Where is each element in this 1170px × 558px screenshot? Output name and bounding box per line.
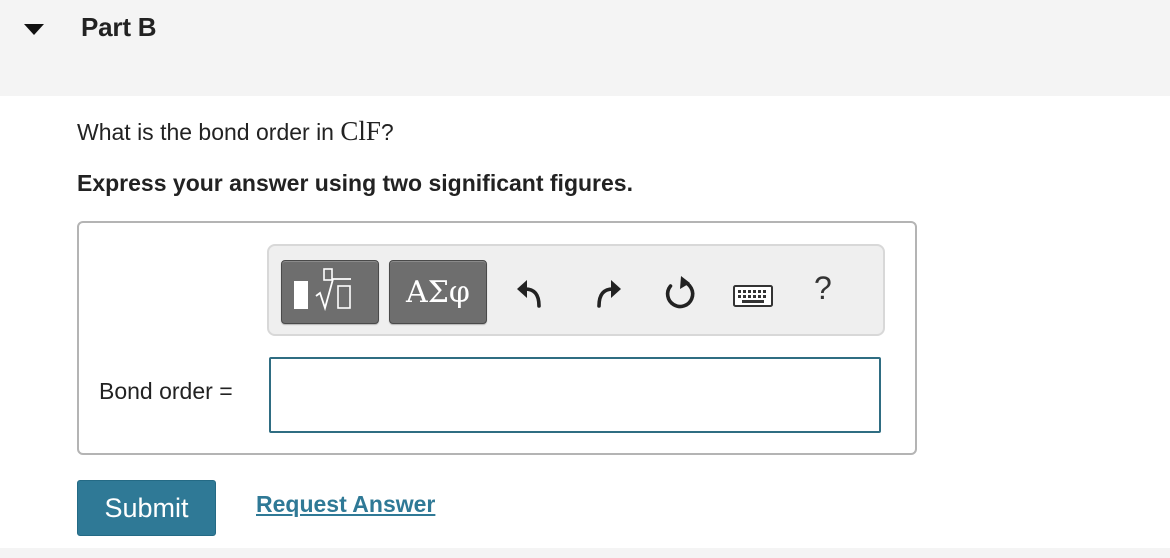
redo-icon[interactable] [591, 276, 625, 310]
part-title: Part B [81, 12, 157, 42]
submit-button[interactable]: Submit [77, 480, 216, 536]
reset-icon[interactable] [661, 275, 699, 313]
help-icon[interactable]: ? [814, 270, 832, 307]
question-prefix: What is the bond order in [77, 119, 341, 145]
question-text: What is the bond order in ClF? [77, 116, 394, 147]
math-toolbar: ΑΣφ ? [267, 244, 885, 336]
collapse-triangle-icon[interactable] [24, 22, 44, 36]
bottom-divider [0, 548, 1170, 558]
request-answer-link[interactable]: Request Answer [256, 491, 435, 518]
keyboard-icon[interactable] [733, 284, 773, 308]
chemical-formula: ClF [340, 116, 381, 146]
greek-letters-button[interactable]: ΑΣφ [389, 260, 487, 324]
answer-instruction: Express your answer using two significan… [77, 170, 633, 196]
greek-letters-label: ΑΣφ [406, 274, 470, 310]
templates-icon [294, 268, 351, 312]
undo-icon[interactable] [513, 276, 547, 310]
part-header: Part B [0, 0, 1170, 96]
bond-order-input[interactable] [269, 357, 881, 433]
bond-order-label: Bond order = [99, 378, 233, 404]
templates-button[interactable] [281, 260, 379, 324]
question-suffix: ? [380, 119, 394, 145]
